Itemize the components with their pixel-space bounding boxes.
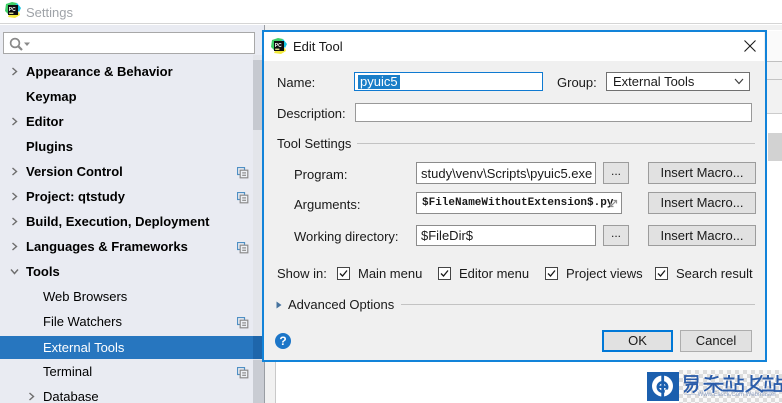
svg-text:PC: PC — [275, 43, 282, 49]
svg-text:PC: PC — [9, 7, 16, 13]
